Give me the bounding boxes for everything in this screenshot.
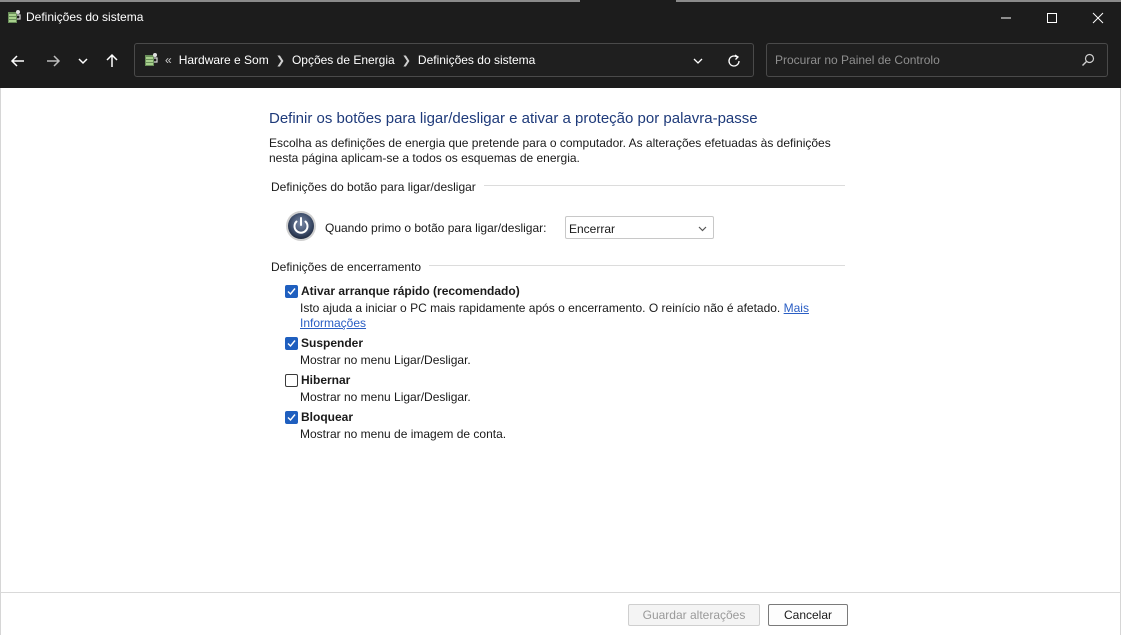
sleep-label[interactable]: Suspender <box>301 336 363 350</box>
sleep-checkbox[interactable] <box>285 337 298 350</box>
chevron-down-icon <box>78 58 88 65</box>
breadcrumb-power-options[interactable]: Opções de Energia <box>292 53 395 67</box>
power-button-action-label: Quando primo o botão para ligar/desligar… <box>325 221 547 235</box>
lock-description: Mostrar no menu de imagem de conta. <box>300 427 507 441</box>
up-button[interactable] <box>99 48 125 74</box>
recent-locations-button[interactable] <box>70 48 96 74</box>
fast-startup-label[interactable]: Ativar arranque rápido (recomendado) <box>301 284 520 298</box>
power-button-icon <box>286 211 316 241</box>
address-bar[interactable]: « Hardware e Som ❯ Opções de Energia ❯ D… <box>134 43 754 77</box>
breadcrumb-overflow[interactable]: « <box>165 53 172 67</box>
power-button-action-value: Encerrar <box>569 222 616 236</box>
sleep-description: Mostrar no menu Ligar/Desligar. <box>300 353 471 367</box>
arrow-up-icon <box>106 53 118 67</box>
hibernate-checkbox[interactable] <box>285 374 298 387</box>
maximize-button[interactable] <box>1029 0 1075 35</box>
refresh-icon[interactable] <box>725 52 743 70</box>
cancel-button[interactable]: Cancelar <box>768 604 848 626</box>
address-dropdown-icon[interactable] <box>690 53 706 69</box>
fast-startup-description: Isto ajuda a iniciar o PC mais rapidamen… <box>300 301 820 331</box>
title-bar-accent <box>0 0 580 2</box>
navigation-bar: « Hardware e Som ❯ Opções de Energia ❯ D… <box>0 35 1121 88</box>
fast-startup-description-text: Isto ajuda a iniciar o PC mais rapidamen… <box>300 301 781 315</box>
chevron-right-icon[interactable]: ❯ <box>276 54 285 67</box>
lock-checkbox[interactable] <box>285 411 298 424</box>
search-box[interactable] <box>766 43 1108 77</box>
search-icon[interactable] <box>1081 53 1095 67</box>
checkmark-icon <box>287 414 296 422</box>
minimize-icon <box>1001 17 1011 18</box>
arrow-right-icon <box>47 55 61 67</box>
checkmark-icon <box>287 288 296 296</box>
forward-button[interactable] <box>40 48 66 74</box>
save-changes-button[interactable]: Guardar alterações <box>628 604 760 626</box>
hibernate-label[interactable]: Hibernar <box>301 373 350 387</box>
power-options-icon <box>145 53 158 66</box>
main-content: Definir os botões para ligar/desligar e … <box>0 88 1121 592</box>
fast-startup-checkbox[interactable] <box>285 285 298 298</box>
page-description: Escolha as definições de energia que pre… <box>269 136 831 165</box>
power-options-icon <box>8 10 21 23</box>
page-title: Definir os botões para ligar/desligar e … <box>269 110 758 127</box>
title-bar: Definições do sistema <box>0 0 1121 35</box>
breadcrumb-system-settings[interactable]: Definições do sistema <box>418 53 535 67</box>
chevron-down-icon <box>698 226 707 232</box>
search-input[interactable] <box>767 44 1067 76</box>
breadcrumb-hardware-and-sound[interactable]: Hardware e Som <box>179 53 269 67</box>
minimize-button[interactable] <box>983 0 1029 35</box>
close-button[interactable] <box>1075 0 1121 35</box>
hibernate-description: Mostrar no menu Ligar/Desligar. <box>300 390 471 404</box>
breadcrumb: « Hardware e Som ❯ Opções de Energia ❯ D… <box>165 53 535 67</box>
maximize-icon <box>1047 12 1057 23</box>
power-button-section-title: Definições do botão para ligar/desligar <box>271 180 484 194</box>
lock-label[interactable]: Bloquear <box>301 410 353 424</box>
window-title: Definições do sistema <box>26 10 144 24</box>
shutdown-section-title: Definições de encerramento <box>271 260 430 274</box>
arrow-left-icon <box>10 55 24 67</box>
footer: Guardar alterações Cancelar <box>0 592 1121 635</box>
chevron-right-icon[interactable]: ❯ <box>402 54 411 67</box>
power-button-action-select[interactable]: Encerrar <box>565 216 714 239</box>
checkmark-icon <box>287 340 296 348</box>
close-icon <box>1092 12 1104 23</box>
back-button[interactable] <box>5 48 31 74</box>
